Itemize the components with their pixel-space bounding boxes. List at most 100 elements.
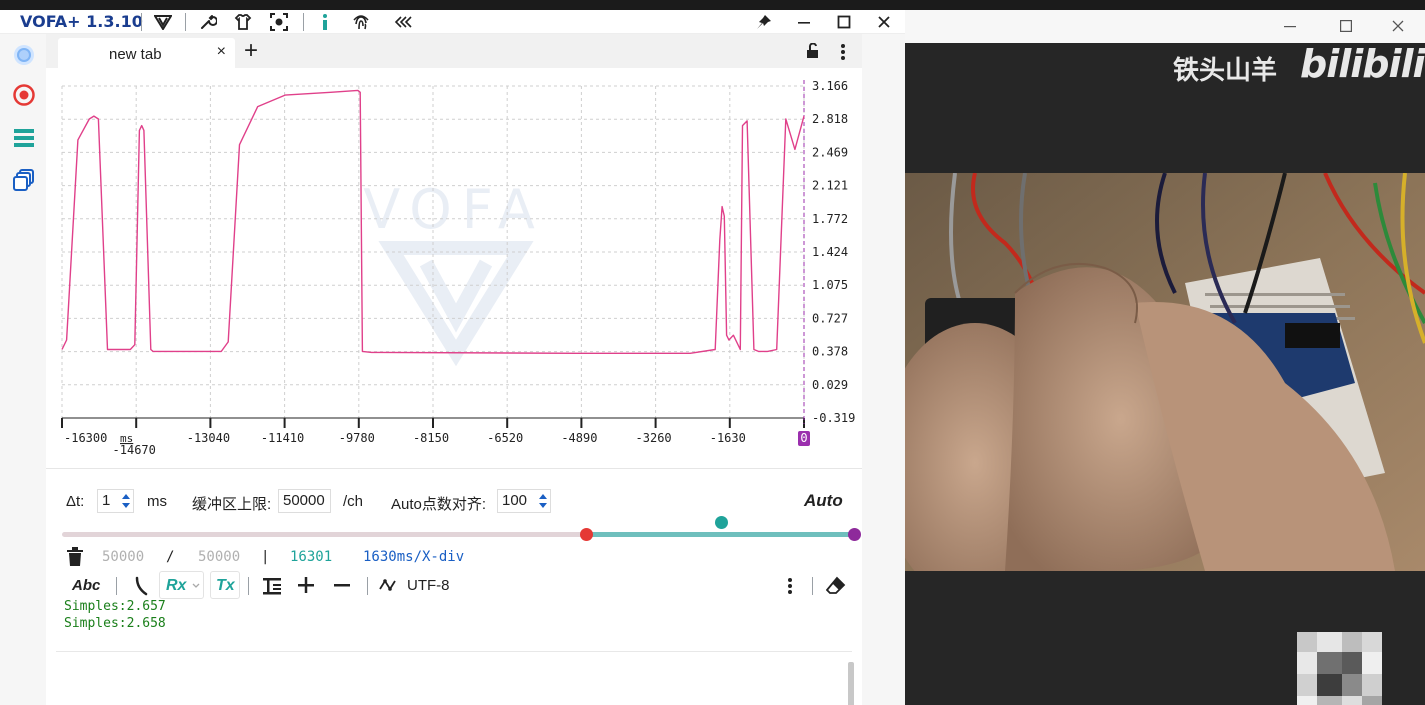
y-tick-label: 1.424 <box>812 245 848 259</box>
abc-button[interactable]: Abc <box>72 577 100 594</box>
y-tick-label: 2.121 <box>812 179 848 193</box>
tab-bar: new tab × + <box>46 34 862 68</box>
right-panel-strip <box>862 34 905 705</box>
title-bar: VOFA+ 1.3.10 <box>0 10 905 34</box>
layers-icon[interactable] <box>12 168 36 192</box>
y-tick-label: 3.166 <box>812 79 848 93</box>
y-tick-label: 0.029 <box>812 378 848 392</box>
toolbar-separator <box>812 577 813 595</box>
x-tick-label: -13040 <box>187 431 230 445</box>
connect-icon[interactable] <box>12 43 36 67</box>
x-tick-label: -1630 <box>710 431 746 445</box>
buffer-input[interactable]: 50000 <box>278 489 331 513</box>
x-tick-label: -14670 <box>113 443 156 457</box>
more-vert-icon[interactable] <box>840 43 846 66</box>
range-center-handle[interactable] <box>715 516 729 529</box>
auto-button[interactable]: Auto <box>804 491 843 511</box>
encoding-icon[interactable] <box>379 578 397 597</box>
focus-icon[interactable] <box>268 11 290 33</box>
y-tick-label: 0.378 <box>812 345 848 359</box>
x-tick-label: -8150 <box>413 431 449 445</box>
receive-toolbar: Abc Rx Tx UTF-8 <box>46 568 862 604</box>
receive-log[interactable]: Simples:2.657 Simples:2.658 <box>46 599 862 705</box>
desktop-top-strip <box>0 0 1425 10</box>
log-divider <box>56 651 852 652</box>
log-line: Simples:2.658 <box>64 616 166 631</box>
add-tab-button[interactable]: + <box>244 37 258 65</box>
eraser-icon[interactable] <box>825 576 846 601</box>
minus-icon[interactable] <box>334 577 350 598</box>
minimize-icon[interactable] <box>1280 16 1300 36</box>
pin-icon[interactable] <box>753 11 775 33</box>
spin-arrows-icon[interactable] <box>539 493 547 509</box>
minimize-icon[interactable] <box>793 11 815 33</box>
dt-spinbox[interactable]: 1 <box>97 489 134 513</box>
plot-watermark: VOFA <box>363 178 545 241</box>
auto-align-spinbox[interactable]: 100 <box>497 489 551 513</box>
log-line: Simples:2.657 <box>64 599 166 614</box>
range-end-handle[interactable] <box>848 528 861 541</box>
chevron-down-icon <box>192 583 200 588</box>
bilibili-logo: bilibili <box>1300 42 1425 86</box>
sample-count: 16301 <box>290 549 333 565</box>
wrench-icon[interactable] <box>197 11 219 33</box>
spin-arrows-icon[interactable] <box>122 493 130 509</box>
buffered-count: 50000 <box>102 549 145 565</box>
vofa-logo-icon[interactable] <box>152 11 174 33</box>
tab-close-icon[interactable]: × <box>217 43 226 61</box>
maximize-icon[interactable] <box>833 11 855 33</box>
close-icon[interactable] <box>873 11 895 33</box>
app-title: VOFA+ 1.3.10 <box>20 12 143 31</box>
dt-unit: ms <box>147 493 167 510</box>
stats-divider: | <box>261 549 270 565</box>
menu-icon[interactable] <box>12 126 36 150</box>
uploader-watermark: 铁头山羊 <box>1173 56 1278 86</box>
toolbar-separator <box>116 577 117 595</box>
maximize-icon[interactable] <box>1336 16 1356 36</box>
tab-new-tab[interactable]: new tab × <box>58 38 235 68</box>
x-tick-label: -3260 <box>636 431 672 445</box>
log-scrollbar[interactable] <box>848 662 854 705</box>
y-tick-label: 0.727 <box>812 311 848 325</box>
tx-toggle[interactable]: Tx <box>210 571 240 599</box>
more-vert-icon[interactable] <box>787 577 793 600</box>
x-tick-label: 0 <box>800 431 807 445</box>
info-icon[interactable] <box>314 11 336 33</box>
sidebar <box>0 34 46 705</box>
x-unit-label: ms <box>120 432 133 445</box>
record-icon[interactable] <box>12 83 36 107</box>
rx-label: Rx <box>166 577 187 594</box>
x-tick-label: -4890 <box>561 431 597 445</box>
plus-icon[interactable] <box>298 577 314 598</box>
shirt-icon[interactable] <box>232 11 254 33</box>
collapse-icon[interactable] <box>392 11 414 33</box>
waveform-plot[interactable]: VOFA 3.166 2.818 2.469 2.121 1.772 1.424 1.075 0… <box>46 68 862 468</box>
buffer-unit: /ch <box>343 493 364 510</box>
range-start-handle[interactable] <box>580 528 594 541</box>
close-icon[interactable] <box>1388 16 1408 36</box>
rx-toggle[interactable]: Rx <box>159 571 204 599</box>
x-tick-label: -9780 <box>339 431 375 445</box>
y-tick-label: -0.319 <box>812 411 855 425</box>
lock-icon[interactable] <box>805 42 821 64</box>
range-slider-fill <box>586 532 856 537</box>
tab-label: new tab <box>109 46 162 63</box>
x-tick-label: -16300 <box>64 431 107 445</box>
buffer-total: 50000 <box>198 549 241 565</box>
video-image <box>905 173 1425 571</box>
x-tick-label: -6520 <box>487 431 523 445</box>
time-per-div: 1630ms/X-div <box>363 549 465 565</box>
x-tick-label: -11410 <box>261 431 304 445</box>
fingerprint-icon[interactable] <box>350 11 372 33</box>
text-format-icon[interactable] <box>262 576 282 601</box>
video-title-bar <box>905 10 1425 43</box>
dt-value: 1 <box>102 492 111 509</box>
auto-align-label: Auto点数对齐: <box>391 496 487 513</box>
cursor-icon[interactable] <box>133 576 149 601</box>
encoding-label[interactable]: UTF-8 <box>407 577 450 594</box>
y-tick-label: 1.772 <box>812 212 848 226</box>
vofa-window: VOFA+ 1.3.10 new tab × + VOFA 3.166 2.81… <box>0 10 905 705</box>
stats-slash: / <box>166 549 175 565</box>
video-frame[interactable] <box>905 173 1425 571</box>
blurred-overlay <box>1297 632 1382 705</box>
